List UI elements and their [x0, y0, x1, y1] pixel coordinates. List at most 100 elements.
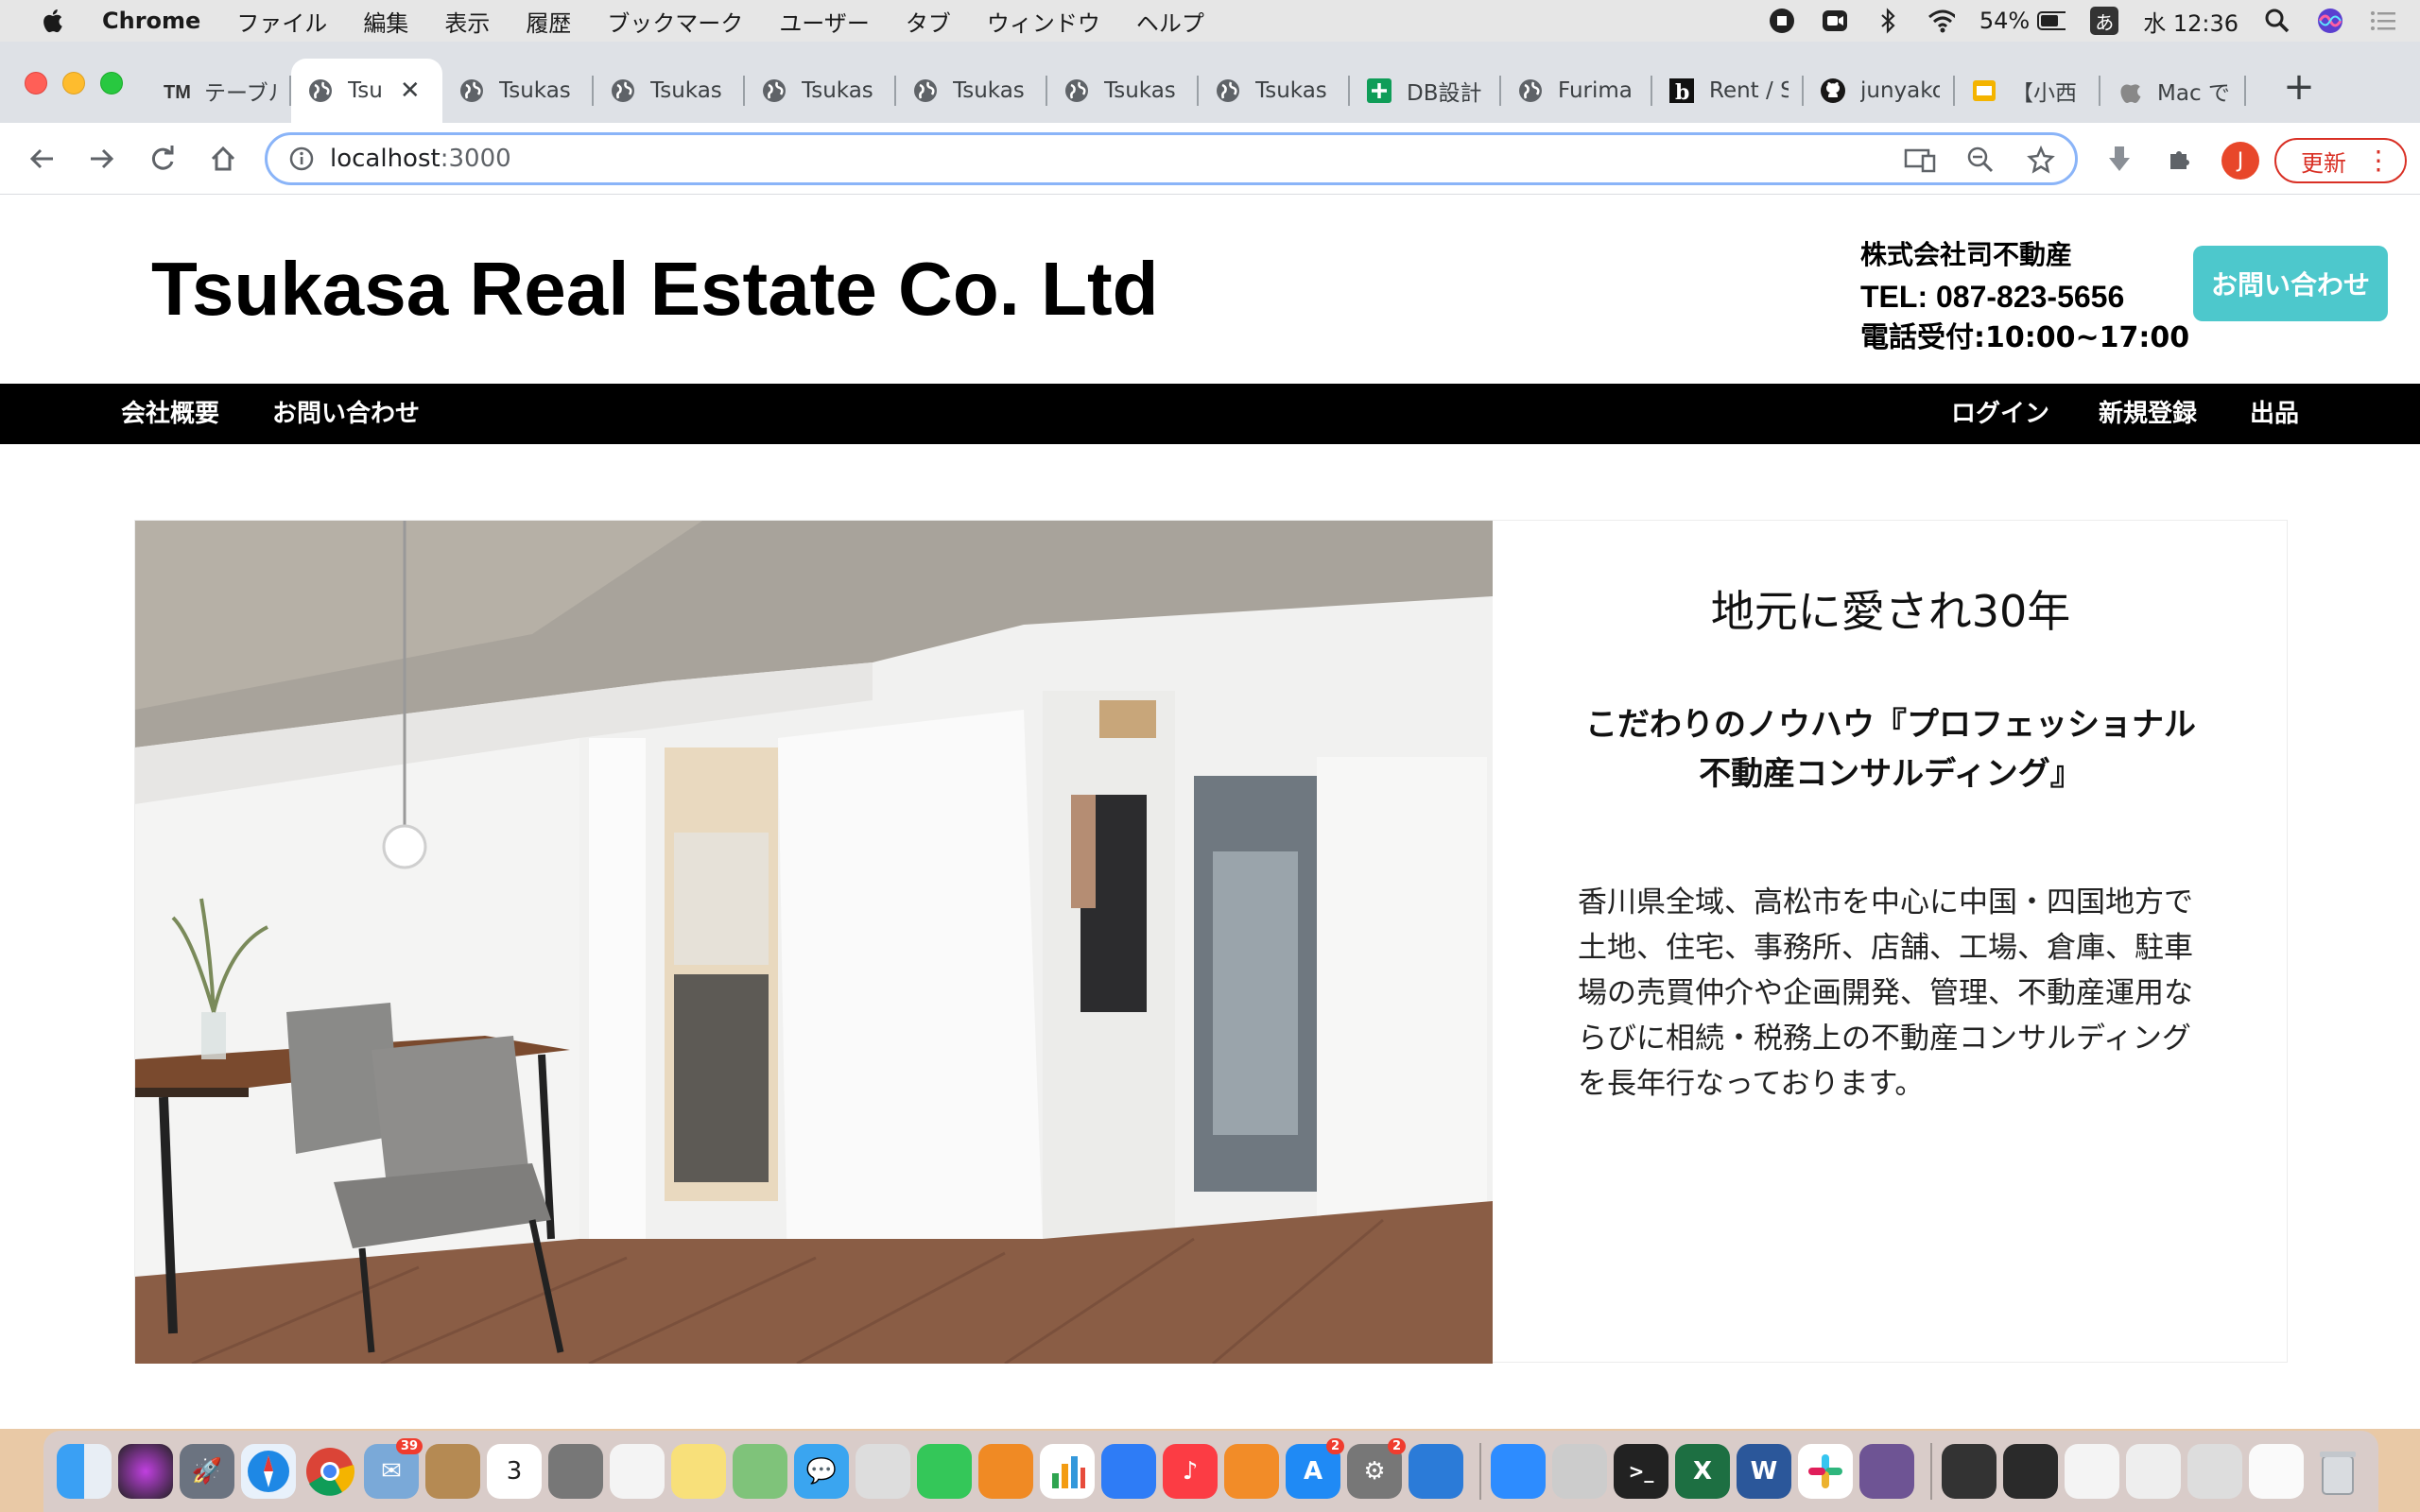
minimized-window-3[interactable] [2065, 1444, 2119, 1499]
contacts-icon[interactable] [425, 1444, 480, 1499]
safari-compass-icon[interactable] [241, 1444, 296, 1499]
menubar-app-name[interactable]: Chrome [102, 8, 200, 34]
word-icon[interactable]: W [1737, 1444, 1791, 1499]
nav-contact[interactable]: お問い合わせ [272, 384, 420, 444]
zoom-app-icon[interactable] [1491, 1444, 1546, 1499]
extensions-puzzle-icon[interactable] [2161, 140, 2199, 178]
github-desktop-icon[interactable] [1859, 1444, 1914, 1499]
home-icon[interactable] [204, 140, 242, 178]
bluetooth-icon[interactable] [1874, 7, 1902, 35]
sequel-pro-icon[interactable] [856, 1444, 910, 1499]
minimize-window-button[interactable] [62, 72, 85, 94]
nav-login[interactable]: ログイン [1951, 384, 2049, 444]
tab-6[interactable]: Tsukas [1047, 59, 1199, 123]
minimized-window-2[interactable] [2003, 1444, 2058, 1499]
new-tab-button[interactable]: + [2280, 65, 2318, 109]
menubar-item-people[interactable]: ユーザー [779, 5, 870, 38]
tab-9[interactable]: Furima [1501, 59, 1652, 123]
menubar-item-help[interactable]: ヘルプ [1136, 5, 1204, 38]
notes-icon[interactable] [671, 1444, 726, 1499]
tab-11[interactable]: junyako [1804, 59, 1955, 123]
spotlight-search-icon[interactable] [2263, 7, 2291, 35]
input-method-indicator[interactable]: あ [2090, 7, 2119, 35]
siri-dock-icon[interactable] [118, 1444, 173, 1499]
calendar-icon[interactable]: 3 [487, 1444, 542, 1499]
siri-icon[interactable] [2316, 7, 2344, 35]
books-icon[interactable] [1224, 1444, 1279, 1499]
menubar-item-view[interactable]: 表示 [444, 5, 490, 38]
tab-2[interactable]: Tsukas [442, 59, 594, 123]
battery-icon[interactable] [2037, 7, 2066, 35]
tab-4[interactable]: Tsukas [745, 59, 896, 123]
system-preferences-icon[interactable]: ⚙ 2 [1347, 1438, 1406, 1499]
tab-1-active[interactable]: Tsu ✕ [291, 59, 442, 123]
menubar-clock[interactable]: 水 12:36 [2143, 5, 2238, 38]
bookmark-star-icon[interactable] [2024, 143, 2058, 177]
calculator-icon[interactable] [548, 1444, 603, 1499]
minimized-window-6[interactable] [2249, 1444, 2304, 1499]
menubar-item-file[interactable]: ファイル [236, 5, 327, 38]
terminal-icon[interactable]: >_ [1614, 1444, 1668, 1499]
wifi-icon[interactable] [1927, 7, 1955, 35]
tab-13[interactable]: Mac で [2100, 59, 2246, 123]
zoom-camera-icon[interactable] [1821, 7, 1849, 35]
chrome-dock-icon[interactable] [302, 1444, 357, 1499]
facetime-icon[interactable] [917, 1444, 972, 1499]
tab-12[interactable]: 【小西 [1955, 59, 2100, 123]
tab-5[interactable]: Tsukas [896, 59, 1047, 123]
contact-button[interactable]: お問い合わせ [2193, 246, 2388, 321]
back-arrow-icon[interactable] [23, 140, 60, 178]
pages-icon[interactable] [978, 1444, 1033, 1499]
trash-icon[interactable] [2310, 1444, 2365, 1499]
tab-label: Tsu [348, 78, 383, 103]
site-info-icon[interactable] [288, 146, 315, 172]
tab-0[interactable]: TM テーブル [147, 59, 291, 123]
close-tab-icon[interactable]: ✕ [400, 77, 421, 105]
forward-arrow-icon[interactable] [83, 140, 121, 178]
nav-sell[interactable]: 出品 [2250, 384, 2299, 444]
mail-icon[interactable]: ✉ 39 [364, 1438, 423, 1499]
menubar-item-history[interactable]: 履歴 [526, 5, 571, 38]
minimized-window-1[interactable] [1942, 1444, 1996, 1499]
keynote-icon[interactable] [1101, 1444, 1156, 1499]
cast-devices-icon[interactable] [1903, 143, 1937, 177]
vscode-icon[interactable] [1409, 1444, 1463, 1499]
notification-center-icon[interactable] [2369, 7, 2397, 35]
zoom-magnifier-icon[interactable] [1963, 143, 1997, 177]
close-window-button[interactable] [25, 72, 47, 94]
music-icon[interactable]: ♪ [1163, 1444, 1218, 1499]
nav-about[interactable]: 会社概要 [121, 384, 219, 444]
menubar-item-bookmarks[interactable]: ブックマーク [607, 5, 743, 38]
menubar-item-tab[interactable]: タブ [906, 5, 951, 38]
messages-icon[interactable]: 💬 [794, 1444, 849, 1499]
record-stop-icon[interactable] [1768, 7, 1796, 35]
tab-8[interactable]: DB設計 [1350, 59, 1501, 123]
profile-avatar[interactable]: J [2221, 142, 2259, 180]
tab-10[interactable]: b Rent / S [1652, 59, 1804, 123]
tab-7[interactable]: Tsukas [1199, 59, 1350, 123]
menubar-item-window[interactable]: ウィンドウ [987, 5, 1100, 38]
reminders-icon[interactable] [610, 1444, 665, 1499]
apple-menu-icon[interactable] [38, 7, 66, 35]
excel-icon[interactable]: X [1675, 1444, 1730, 1499]
finder-icon[interactable] [57, 1444, 112, 1499]
keychain-icon[interactable] [1552, 1444, 1607, 1499]
url-text[interactable]: localhost:3000 [330, 145, 511, 173]
address-bar[interactable]: localhost:3000 [265, 132, 2078, 185]
zoom-window-button[interactable] [100, 72, 123, 94]
menubar-item-edit[interactable]: 編集 [363, 5, 408, 38]
download-extension-icon[interactable] [2100, 140, 2138, 178]
site-title[interactable]: Tsukasa Real Estate Co. Ltd [151, 246, 1159, 333]
slack-icon[interactable] [1798, 1444, 1853, 1499]
macos-menubar: Chrome ファイル 編集 表示 履歴 ブックマーク ユーザー タブ ウィンド… [0, 0, 2420, 42]
app-store-icon[interactable]: A2 [1286, 1438, 1344, 1499]
launchpad-rocket-icon[interactable]: 🚀 [180, 1444, 234, 1499]
minimized-window-4[interactable] [2126, 1444, 2181, 1499]
nav-signup[interactable]: 新規登録 [2099, 384, 2197, 444]
reload-icon[interactable] [144, 140, 182, 178]
tab-3[interactable]: Tsukas [594, 59, 745, 123]
chrome-update-button[interactable]: 更新 ⋮ [2274, 138, 2407, 183]
minimized-window-5[interactable] [2187, 1444, 2242, 1499]
numbers-icon[interactable] [1040, 1444, 1095, 1499]
maps-icon[interactable] [733, 1444, 787, 1499]
